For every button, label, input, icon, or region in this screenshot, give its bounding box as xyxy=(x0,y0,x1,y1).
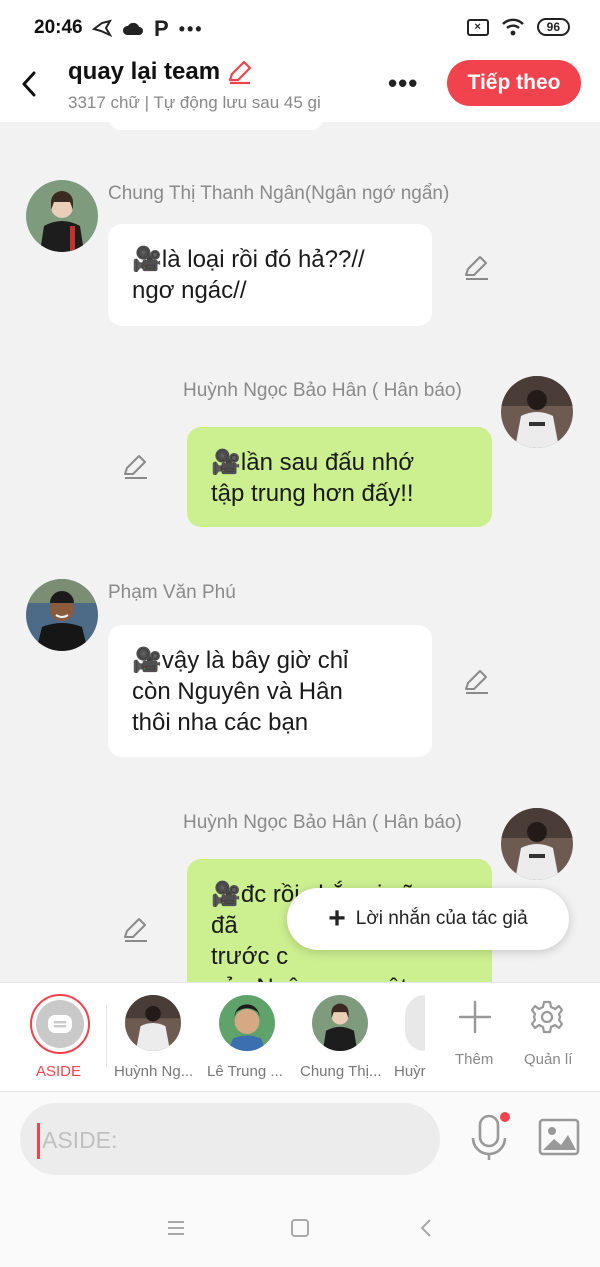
edit-title-icon[interactable] xyxy=(226,58,254,86)
author-note-label: Lời nhắn của tác giả xyxy=(355,908,528,929)
bird-icon xyxy=(92,19,112,37)
manage-label: Quản lí xyxy=(524,1051,573,1068)
status-bar: 20:46 P ••• × 96 xyxy=(0,0,600,56)
plus-icon xyxy=(458,1000,492,1034)
character-name: Lê Trung ... xyxy=(207,1063,283,1080)
chat-area[interactable]: Chung Thị Thanh Ngân(Ngân ngớ ngẩn) 🎥là … xyxy=(0,122,600,982)
more-notifications-icon: ••• xyxy=(178,18,204,39)
avatar-photo-chung xyxy=(312,995,368,1051)
aside-button[interactable] xyxy=(30,994,90,1054)
battery-icon: 96 xyxy=(536,18,570,36)
story-title[interactable]: quay lại team xyxy=(68,58,220,86)
more-options-button[interactable]: ••• xyxy=(388,68,418,99)
message-bubble[interactable]: 🎥lần sau đấu nhớ tập trung hơn đấy!! xyxy=(187,427,492,527)
message-bubble[interactable]: 🎥vậy là bây giờ chỉ còn Nguyên và Hân th… xyxy=(108,625,432,757)
next-button[interactable]: Tiếp theo xyxy=(447,60,581,106)
character-name: Chung Thị... xyxy=(300,1063,382,1080)
cloud-icon xyxy=(122,22,143,35)
speaker-name: Huỳnh Ngọc Bảo Hân ( Hân báo) xyxy=(183,812,462,833)
avatar[interactable] xyxy=(501,376,573,448)
character-bar: ASIDE Huỳnh Ng... Lê Trung ... Chung Thị… xyxy=(0,982,600,1092)
add-character-button[interactable] xyxy=(455,997,495,1037)
character-name: Huỳnh Ng... xyxy=(114,1063,194,1080)
avatar[interactable] xyxy=(26,180,98,252)
aside-label: ASIDE xyxy=(36,1063,82,1080)
avatar-photo-huynh xyxy=(501,376,573,448)
character-avatar-3[interactable] xyxy=(312,995,368,1051)
character-name: Huỳr xyxy=(394,1063,426,1080)
clock: 20:46 xyxy=(34,17,83,38)
message-bubble[interactable]: 🎥là loại rồi đó hả??// ngơ ngác// xyxy=(108,224,432,326)
avatar-photo-chung xyxy=(26,180,98,252)
back-nav-button[interactable] xyxy=(412,1214,440,1242)
edit-message-icon[interactable] xyxy=(463,668,491,696)
previous-bubble-edge xyxy=(108,122,324,130)
character-avatar-1[interactable] xyxy=(125,995,181,1051)
edit-message-icon[interactable] xyxy=(463,254,491,282)
wifi-icon xyxy=(501,18,524,36)
input-bar: ASIDE: xyxy=(0,1092,600,1188)
chat-bubble-icon xyxy=(48,1015,72,1033)
chevron-left-icon xyxy=(22,71,36,97)
speaker-name: Huỳnh Ngọc Bảo Hân ( Hân báo) xyxy=(183,380,462,401)
home-square-icon xyxy=(291,1219,309,1237)
message-input[interactable]: ASIDE: xyxy=(20,1103,440,1175)
avatar-photo-pham xyxy=(26,579,98,651)
notification-dot xyxy=(500,1112,510,1122)
speaker-name: Phạm Văn Phú xyxy=(108,582,236,603)
edit-message-icon[interactable] xyxy=(122,453,150,481)
input-placeholder: ASIDE: xyxy=(42,1127,118,1153)
menu-nav-button[interactable] xyxy=(162,1214,190,1242)
microphone-button[interactable] xyxy=(468,1112,512,1162)
system-icons: × 96 xyxy=(466,18,570,36)
character-avatar-4[interactable] xyxy=(405,995,425,1051)
add-label: Thêm xyxy=(455,1051,494,1068)
avatar-photo-le xyxy=(219,995,275,1051)
notification-icons: P ••• xyxy=(92,16,204,42)
avatar[interactable] xyxy=(501,808,573,880)
avatar-photo-huynh xyxy=(501,808,573,880)
title-row[interactable]: quay lại team xyxy=(68,58,254,86)
manage-button[interactable] xyxy=(527,997,567,1037)
edit-message-icon[interactable] xyxy=(122,916,150,944)
home-nav-button[interactable] xyxy=(286,1214,314,1242)
character-avatar-2[interactable] xyxy=(219,995,275,1051)
avatar-photo-huynh xyxy=(125,995,181,1051)
avatar-photo-partial xyxy=(405,995,425,1051)
plus-icon: + xyxy=(328,902,346,935)
aside-icon xyxy=(36,1000,84,1048)
menu-icon xyxy=(168,1221,184,1235)
image-icon xyxy=(538,1118,580,1156)
system-nav-bar xyxy=(0,1188,600,1267)
word-count-autosave: 3317 chữ | Tự động lưu sau 45 gi xyxy=(68,93,321,112)
author-note-button[interactable]: + Lời nhắn của tác giả xyxy=(287,888,569,950)
back-button[interactable] xyxy=(14,66,44,102)
gear-icon xyxy=(530,1000,564,1034)
text-caret xyxy=(37,1123,40,1159)
speaker-name: Chung Thị Thanh Ngân(Ngân ngớ ngẩn) xyxy=(108,183,450,204)
insert-image-button[interactable] xyxy=(538,1118,580,1156)
avatar[interactable] xyxy=(26,579,98,651)
editor-header: quay lại team 3317 chữ | Tự động lưu sau… xyxy=(0,56,600,122)
divider xyxy=(106,1005,107,1067)
p-app-icon: P xyxy=(154,16,169,41)
back-triangle-icon xyxy=(420,1219,431,1237)
sim-off-icon: × xyxy=(466,18,489,36)
